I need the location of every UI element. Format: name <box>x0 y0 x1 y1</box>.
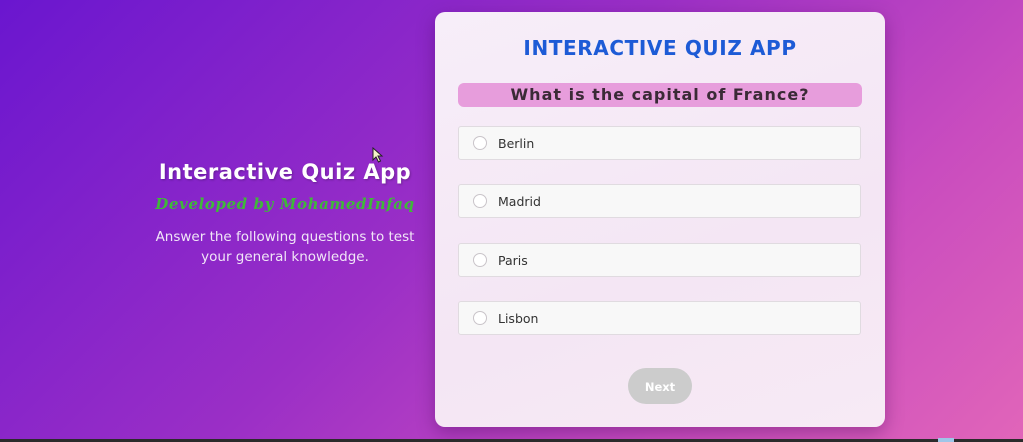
option-label: Lisbon <box>498 310 539 326</box>
radio-circle-icon[interactable] <box>473 311 487 325</box>
next-button[interactable]: Next <box>628 368 692 404</box>
option-berlin[interactable]: Berlin <box>458 126 861 160</box>
option-madrid[interactable]: Madrid <box>458 184 861 218</box>
intro-title: Interactive Quiz App <box>158 160 412 184</box>
quiz-title: INTERACTIVE QUIZ APP <box>523 36 797 60</box>
mouse-pointer-icon <box>372 147 384 163</box>
option-label: Madrid <box>498 193 541 209</box>
radio-circle-icon[interactable] <box>473 253 487 267</box>
radio-circle-icon[interactable] <box>473 194 487 208</box>
intro-description: Answer the following questions to test y… <box>155 229 415 265</box>
option-paris[interactable]: Paris <box>458 243 861 277</box>
intro-panel: Interactive Quiz App Developed by Mohame… <box>150 160 420 267</box>
option-lisbon[interactable]: Lisbon <box>458 301 861 335</box>
option-label: Berlin <box>498 135 535 151</box>
taskbar-indicator <box>938 438 954 442</box>
quiz-card: INTERACTIVE QUIZ APP What is the capital… <box>435 12 885 427</box>
radio-circle-icon[interactable] <box>473 136 487 150</box>
option-label: Paris <box>498 252 528 268</box>
question-text: What is the capital of France? <box>458 83 862 107</box>
developer-credit: Developed by MohamedInfaq <box>155 195 415 213</box>
